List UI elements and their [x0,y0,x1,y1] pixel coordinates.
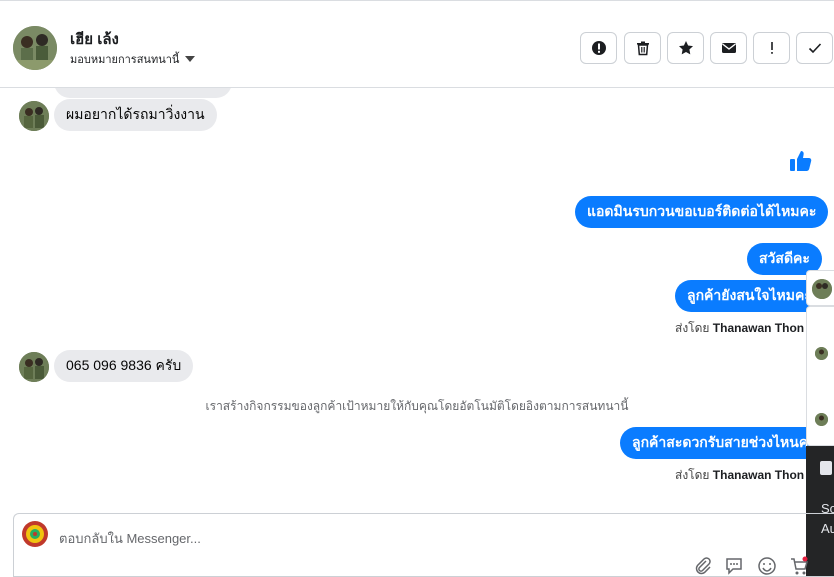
message-bubble-partial [54,88,232,98]
page-logo [22,521,48,547]
outgoing-message: ลูกค้าสะดวกรับสายช่วงไหนคะ [620,427,828,459]
reply-composer[interactable]: ตอบกลับใน Messenger... [13,513,834,577]
side-avatar [815,413,828,426]
exclamation-icon [770,42,773,54]
contact-avatar-small [19,101,49,131]
side-avatar [812,279,832,299]
delete-button[interactable] [624,32,661,64]
outgoing-message: ลูกค้ายังสนใจไหมคะ [675,280,824,312]
system-notice: เราสร้างกิจกรรมของลูกค้าเป้าหมายให้กับคุ… [205,399,629,413]
attachment-icon[interactable] [693,556,713,576]
sent-by-prefix: ส่งโดย [675,468,710,482]
sent-by-label: ส่งโดย Thanawan Thon [675,466,804,485]
saved-replies-icon[interactable] [724,556,744,576]
conversation-header: เฮีย เล้ง มอบหมายการสนทนานี้ [0,0,834,88]
document-icon [820,461,832,475]
contact-name[interactable]: เฮีย เล้ง [70,27,119,51]
sent-by-name[interactable]: Thanawan Thon [713,321,804,335]
side-card[interactable] [806,306,834,446]
sent-by-prefix: ส่งโดย [675,321,710,335]
sent-by-label: ส่งโดย Thanawan Thon [675,319,804,338]
shopping-cart-icon[interactable] [789,556,809,576]
assign-label: มอบหมายการสนทนานี้ [70,54,180,66]
emoji-icon[interactable] [757,556,777,576]
assign-conversation-dropdown[interactable]: มอบหมายการสนทนานี้ [70,50,196,68]
side-avatar [815,347,828,360]
contact-avatar-small [19,352,49,382]
reply-input[interactable]: ตอบกลับใน Messenger... [59,528,201,549]
mail-icon [721,43,736,53]
mark-spam-button[interactable] [753,32,790,64]
thumbs-up-icon [788,148,814,174]
mark-unread-button[interactable] [710,32,747,64]
incoming-message: 065 096 9836 ครับ [54,350,194,382]
alert-circle-icon [591,41,606,55]
side-card[interactable] [806,270,834,306]
mark-done-button[interactable] [796,32,833,64]
chevron-down-icon [185,56,196,62]
outgoing-message: แอดมินรบกวนขอเบอร์ติดต่อได้ไหมคะ [575,196,829,228]
report-button[interactable] [580,32,617,64]
sent-by-name[interactable]: Thanawan Thon [713,468,804,482]
star-icon [678,41,693,55]
check-icon [808,43,821,54]
trash-icon [636,41,649,56]
contact-avatar[interactable] [13,26,57,70]
incoming-message: ผมอยากได้รถมาวิ่งงาน [54,99,217,131]
star-button[interactable] [667,32,704,64]
message-thread[interactable]: ผมอยากได้รถมาวิ่งงาน แอดมินรบกวนขอเบอร์ต… [0,88,834,512]
